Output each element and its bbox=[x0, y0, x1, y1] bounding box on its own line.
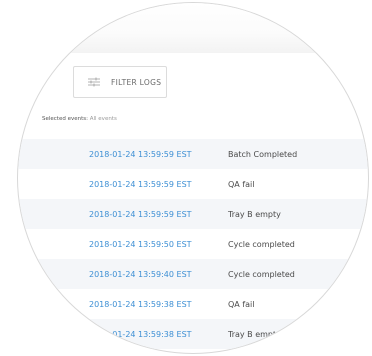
event-log-list: 2018-01-24 13:59:59 EST Batch Completed … bbox=[18, 139, 368, 349]
table-row: 2018-01-24 13:59:38 EST Tray B empty bbox=[18, 319, 368, 349]
magnifier-lens: FILTER LOGS Selected events: All events … bbox=[18, 3, 368, 353]
event-timestamp-link[interactable]: 2018-01-24 13:59:59 EST bbox=[89, 150, 192, 159]
event-timestamp-link[interactable]: 2018-01-24 13:59:50 EST bbox=[89, 240, 192, 249]
filter-logs-label: FILTER LOGS bbox=[111, 77, 162, 87]
event-timestamp-link[interactable]: 2018-01-24 13:59:59 EST bbox=[89, 180, 192, 189]
table-row: 2018-01-24 13:59:59 EST Tray B empty bbox=[18, 199, 368, 229]
event-name: QA fail bbox=[228, 179, 255, 189]
stage: FILTER LOGS Selected events: All events … bbox=[0, 0, 372, 356]
selected-events: Selected events: All events bbox=[42, 116, 117, 122]
event-name: Tray B empty bbox=[228, 209, 281, 219]
table-row: 2018-01-24 13:59:59 EST Batch Completed bbox=[18, 139, 368, 169]
table-row: 2018-01-24 13:59:59 EST QA fail bbox=[18, 169, 368, 199]
header-band bbox=[18, 3, 368, 53]
event-name: Batch Completed bbox=[228, 149, 298, 159]
event-name: Cycle completed bbox=[228, 269, 295, 279]
table-row: 2018-01-24 13:59:40 EST Cycle completed bbox=[18, 259, 368, 289]
event-timestamp-link[interactable]: 2018-01-24 13:59:38 EST bbox=[89, 300, 192, 309]
event-name: QA fail bbox=[228, 299, 255, 309]
event-timestamp-link[interactable]: 2018-01-24 13:59:38 EST bbox=[89, 330, 192, 339]
event-timestamp-link[interactable]: 2018-01-24 13:59:59 EST bbox=[89, 210, 192, 219]
event-timestamp-link[interactable]: 2018-01-24 13:59:40 EST bbox=[89, 270, 192, 279]
selected-events-value: All events bbox=[89, 116, 117, 122]
sliders-icon bbox=[87, 76, 101, 88]
table-row: 2018-01-24 13:59:50 EST Cycle completed bbox=[18, 229, 368, 259]
selected-events-label: Selected events: bbox=[42, 116, 88, 122]
filter-logs-button[interactable]: FILTER LOGS bbox=[73, 66, 167, 98]
event-name: Tray B empty bbox=[228, 329, 281, 339]
event-name: Cycle completed bbox=[228, 239, 295, 249]
table-row: 2018-01-24 13:59:38 EST QA fail bbox=[18, 289, 368, 319]
